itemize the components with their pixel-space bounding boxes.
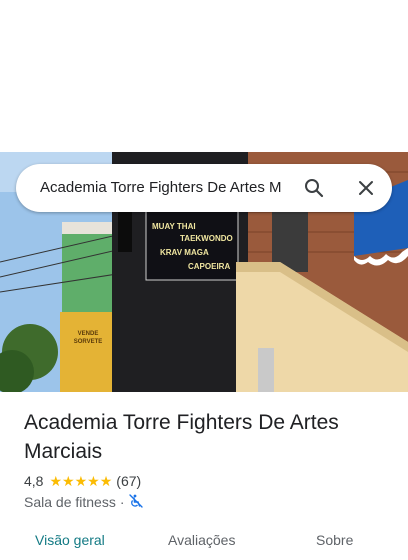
sign-text-3: KRAV MAGA: [160, 248, 209, 257]
star-icon: ★: [62, 473, 75, 489]
search-icon[interactable]: [302, 176, 326, 200]
rating-value: 4,8: [24, 473, 44, 489]
star-icon: ★: [99, 473, 113, 489]
close-icon[interactable]: [354, 176, 378, 200]
star-icon: ★: [87, 473, 100, 489]
rating-row[interactable]: 4,8 ★ ★ ★ ★ ★ (67): [24, 472, 141, 490]
star-icon: ★: [74, 473, 88, 489]
place-tabs: Visão geral Avaliações Sobre: [0, 530, 408, 560]
tab-reviews[interactable]: Avaliações: [168, 532, 235, 548]
separator: ·: [119, 494, 125, 510]
star-rating: ★ ★ ★ ★ ★: [49, 474, 112, 488]
search-input[interactable]: Academia Torre Fighters De Artes M: [40, 164, 288, 212]
wheelchair-off-icon: [128, 493, 143, 511]
poster-text-1: VENDE: [78, 331, 99, 337]
search-bar[interactable]: Academia Torre Fighters De Artes M: [16, 164, 392, 212]
tab-about[interactable]: Sobre: [316, 532, 353, 548]
place-title: Academia Torre Fighters De Artes Marciai…: [24, 411, 339, 463]
category-row: Sala de fitness ·: [24, 493, 143, 511]
sign-text-4: CAPOEIRA: [188, 262, 230, 271]
poster-text-2: SORVETE: [74, 339, 103, 345]
tab-overview[interactable]: Visão geral: [35, 532, 105, 548]
place-category: Sala de fitness: [24, 494, 116, 510]
review-count[interactable]: (67): [116, 473, 141, 489]
star-icon: ★: [49, 473, 63, 489]
sign-text-2: TAEKWONDO: [180, 234, 233, 243]
sign-text-1: MUAY THAI: [152, 222, 196, 231]
